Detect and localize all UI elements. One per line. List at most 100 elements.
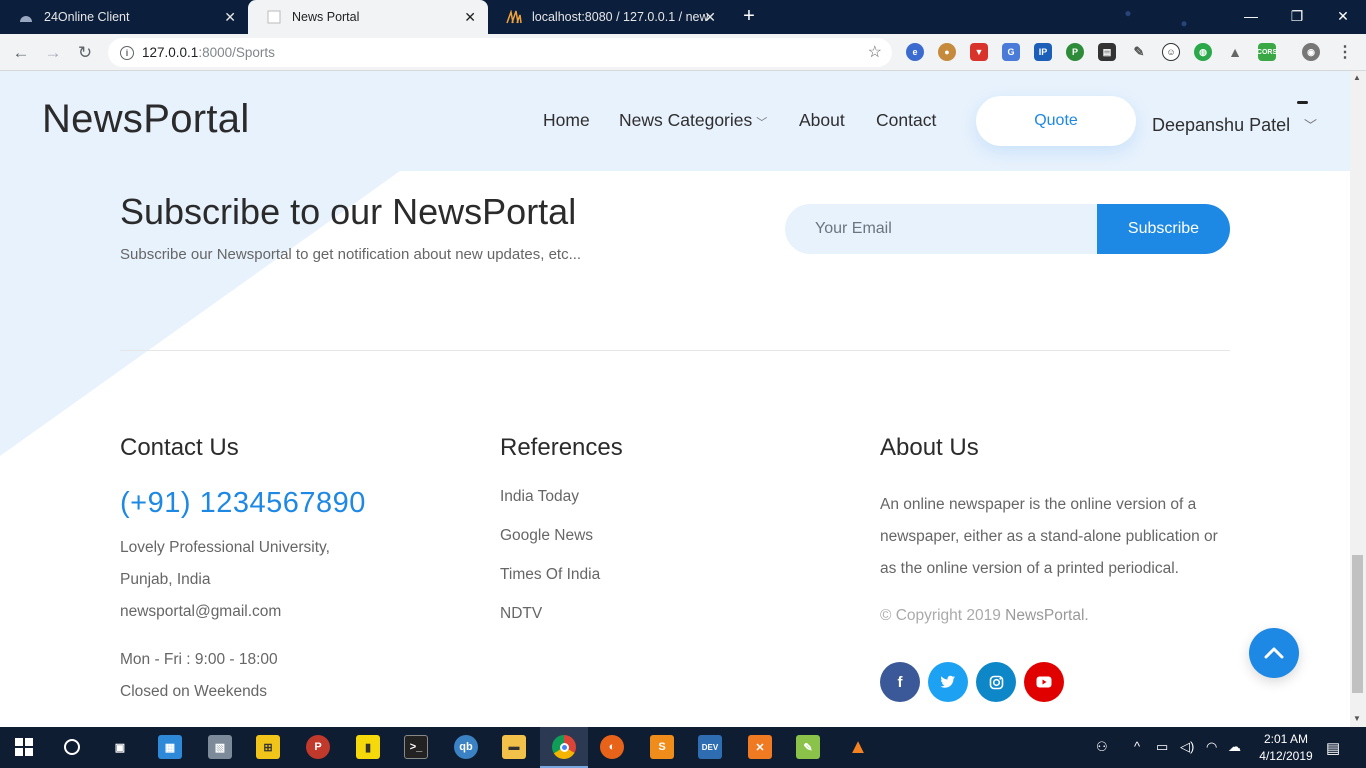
page-icon <box>266 9 282 25</box>
people-icon[interactable]: ⚇ <box>1096 739 1108 755</box>
onedrive-icon[interactable]: ☁ <box>1228 739 1241 755</box>
back-icon[interactable]: ← <box>8 40 34 66</box>
phpmyadmin-icon <box>506 9 522 25</box>
browser-tab[interactable]: 24Online Client ✕ <box>0 0 248 34</box>
search-icon[interactable] <box>60 735 84 759</box>
reference-link[interactable]: NDTV <box>500 605 542 623</box>
browser-tab[interactable]: localhost:8080 / 127.0.0.1 / news ✕ <box>488 0 728 34</box>
psiphon-icon[interactable]: P <box>306 735 330 759</box>
contact-closed: Closed on Weekends <box>120 683 268 700</box>
scroll-to-top-button[interactable] <box>1249 628 1299 678</box>
nav-news-categories[interactable]: News Categories ﹀ <box>619 110 767 131</box>
user-menu[interactable]: Deepanshu Patel <box>1152 115 1290 136</box>
restore-icon[interactable]: ❐ <box>1274 0 1320 32</box>
chevron-down-icon[interactable]: ﹀ <box>1304 115 1317 134</box>
cors-icon[interactable]: CORS <box>1257 43 1277 61</box>
email-input[interactable]: Your Email <box>785 204 1105 254</box>
pdf-icon[interactable]: ▤ <box>1098 43 1116 61</box>
minimize-icon[interactable]: — <box>1228 0 1274 32</box>
nav-contact[interactable]: Contact <box>876 110 936 131</box>
drive-icon[interactable]: ▲ <box>1226 43 1244 61</box>
extension-icon[interactable]: e <box>906 43 924 61</box>
chevron-up-icon[interactable]: ^ <box>1134 739 1140 754</box>
photo-viewer-icon[interactable]: ▧ <box>208 735 232 759</box>
shield-icon[interactable]: ▼ <box>970 43 988 61</box>
notepad-plus-plus-icon[interactable]: ✎ <box>796 735 820 759</box>
subscribe-description: Subscribe our Newsportal to get notifica… <box>120 246 582 263</box>
scroll-up-icon[interactable]: ▲ <box>1353 73 1361 82</box>
xampp-icon[interactable]: ✕ <box>748 735 772 759</box>
quote-button[interactable]: Quote <box>976 96 1136 146</box>
forward-icon[interactable]: → <box>40 40 66 66</box>
nav-home[interactable]: Home <box>543 110 590 131</box>
terminal-icon[interactable]: >_ <box>404 735 428 759</box>
address-bar[interactable]: i 127.0.0.1:8000/Sports ☆ <box>108 38 892 67</box>
file-explorer-icon[interactable]: ▬ <box>502 735 526 759</box>
youtube-icon[interactable] <box>1024 662 1064 702</box>
site-logo[interactable]: NewsPortal <box>42 97 250 142</box>
subscribe-button[interactable]: Subscribe <box>1097 204 1230 254</box>
site-header: NewsPortal Home News Categories ﹀ About C… <box>0 71 1350 171</box>
twitter-icon[interactable] <box>928 662 968 702</box>
new-tab-button[interactable]: + <box>738 5 760 27</box>
tab-title: localhost:8080 / 127.0.0.1 / news <box>532 10 708 24</box>
bookmark-star-icon[interactable]: ☆ <box>868 42 882 62</box>
contact-phone[interactable]: (+91) 1234567890 <box>120 487 366 520</box>
reference-link[interactable]: India Today <box>500 488 579 506</box>
instagram-icon[interactable] <box>976 662 1016 702</box>
firefox-icon[interactable]: ◐ <box>600 735 624 759</box>
subscribe-title: Subscribe to our NewsPortal <box>120 191 577 232</box>
url-host: 127.0.0.1 <box>142 45 199 60</box>
qbittorrent-icon[interactable]: qb <box>454 735 478 759</box>
facebook-icon[interactable]: f <box>880 662 920 702</box>
translate-icon[interactable]: G <box>1002 43 1020 61</box>
dev-cpp-icon[interactable]: DEV <box>698 735 722 759</box>
tab-title: 24Online Client <box>44 10 130 24</box>
browser-tab-strip: 24Online Client ✕ News Portal ✕ localhos… <box>0 0 1366 34</box>
chrome-icon[interactable] <box>552 735 576 759</box>
copyright: © Copyright 2019 NewsPortal. <box>880 607 1089 625</box>
browser-tab-active[interactable]: News Portal ✕ <box>248 0 488 34</box>
clock-time: 2:01 AM <box>1263 732 1309 746</box>
pen-icon[interactable]: ✎ <box>1130 43 1148 61</box>
store-icon[interactable]: ⊞ <box>256 735 280 759</box>
notifications-icon[interactable]: ▤ <box>1326 739 1340 757</box>
ip-icon[interactable]: IP <box>1034 43 1052 61</box>
close-tab-icon[interactable]: ✕ <box>224 9 236 26</box>
reference-link[interactable]: Times Of India <box>500 566 600 584</box>
globe-icon[interactable]: ◍ <box>1194 43 1212 61</box>
reload-icon[interactable]: ↻ <box>72 40 98 66</box>
close-tab-icon[interactable]: ✕ <box>464 9 476 26</box>
references-title: References <box>500 434 623 461</box>
wifi-icon[interactable]: ◠ <box>1206 739 1217 755</box>
url-path: :8000/Sports <box>198 45 275 60</box>
profile-avatar-icon[interactable]: ◉ <box>1302 43 1320 61</box>
page-scrollbar[interactable]: ▲ ▼ <box>1350 71 1366 727</box>
task-view-icon[interactable]: ▣ <box>108 735 132 759</box>
close-window-icon[interactable]: ✕ <box>1320 0 1366 32</box>
menu-kebab-icon[interactable]: ⋮ <box>1336 43 1354 61</box>
contact-address-line2: Punjab, India <box>120 571 211 588</box>
close-tab-icon[interactable]: ✕ <box>704 9 716 26</box>
vlc-icon[interactable]: ▲ <box>846 735 870 759</box>
reference-link[interactable]: Google News <box>500 527 593 545</box>
smiley-icon[interactable]: ☺ <box>1162 43 1180 61</box>
contact-email[interactable]: newsportal@gmail.com <box>120 603 281 621</box>
system-clock[interactable]: 2:01 AM 4/12/2019 <box>1256 731 1316 765</box>
scroll-down-icon[interactable]: ▼ <box>1353 714 1361 723</box>
chevron-up-icon <box>1264 647 1284 659</box>
info-icon[interactable]: i <box>120 45 134 60</box>
sticky-notes-icon[interactable]: ▮ <box>356 735 380 759</box>
copyright-brand[interactable]: NewsPortal. <box>1005 607 1089 624</box>
volume-icon[interactable]: ◁) <box>1180 739 1194 755</box>
battery-icon[interactable]: ▭ <box>1156 739 1168 755</box>
about-text: An online newspaper is the online versio… <box>880 496 1218 577</box>
scrollbar-thumb[interactable] <box>1352 555 1363 693</box>
sublime-text-icon[interactable]: S <box>650 735 674 759</box>
browser-toolbar: ← → ↻ i 127.0.0.1:8000/Sports ☆ e ● ▼ G … <box>0 34 1366 71</box>
extension-badge-icon[interactable]: P <box>1066 43 1084 61</box>
control-panel-icon[interactable]: ▦ <box>158 735 182 759</box>
cookie-icon[interactable]: ● <box>938 43 956 61</box>
windows-start-icon[interactable] <box>12 735 36 759</box>
nav-about[interactable]: About <box>799 110 845 131</box>
